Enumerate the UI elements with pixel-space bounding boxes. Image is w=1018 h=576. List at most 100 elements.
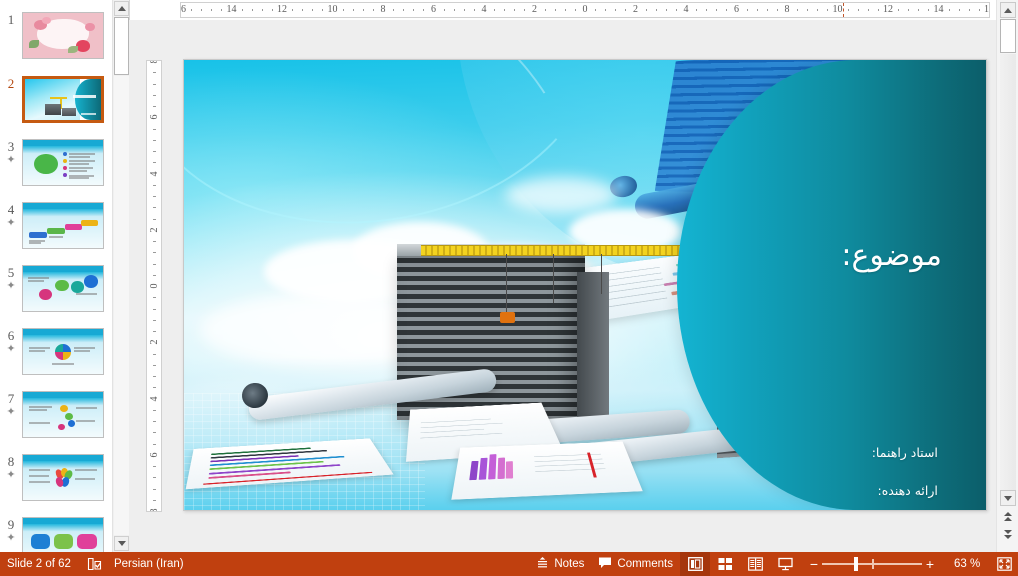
thumbnail-slide-3[interactable]: 3 ✦: [0, 139, 112, 201]
mini-header-band: [23, 392, 103, 398]
fit-slide-to-window-button[interactable]: [990, 552, 1018, 576]
ruler-minor-tick: [343, 9, 344, 11]
slides-thumbnail-pane[interactable]: 1 2: [0, 0, 112, 552]
mini-slide-background: [23, 518, 103, 552]
ruler-tick-label: 10: [328, 3, 338, 17]
slide-show-view-button[interactable]: [770, 552, 800, 576]
ruler-tick-label: 2: [532, 3, 537, 17]
vertical-ruler[interactable]: 864202468: [146, 60, 162, 512]
thumbnail-slide-8[interactable]: 8 ✦: [0, 454, 112, 516]
ruler-minor-tick: [524, 9, 525, 11]
language-button[interactable]: Persian (Iran): [108, 552, 191, 576]
ruler-minor-tick: [153, 72, 156, 73]
ruler-tick-label: 0: [150, 278, 160, 294]
ruler-tick-label: 12: [883, 3, 893, 17]
mini-header-band: [23, 518, 103, 524]
thumbnail-scroll-thumb[interactable]: [114, 17, 129, 75]
thumbnail-image[interactable]: [22, 391, 104, 438]
slide-scroll-track[interactable]: [1000, 54, 1016, 490]
previous-slide-button[interactable]: [1000, 509, 1016, 524]
thumbnail-slide-1[interactable]: 1: [0, 12, 112, 74]
slide-scroll-down-button[interactable]: [1000, 490, 1016, 506]
ruler-minor-tick: [918, 9, 919, 11]
slide-scroll-thumb[interactable]: [1000, 19, 1016, 53]
thumbnail-scroll-up-button[interactable]: [114, 1, 129, 16]
mini-building: [45, 104, 62, 115]
comments-button[interactable]: Comments: [591, 552, 680, 576]
ruler-minor-tick: [153, 162, 156, 163]
ruler-minor-tick: [191, 9, 192, 11]
mini-header-band: [23, 140, 103, 146]
thumbnail-pane-scrollbar[interactable]: [112, 0, 129, 552]
ruler-tick-label: 2: [633, 3, 638, 17]
ruler-minor-tick: [555, 9, 556, 11]
zoom-out-button[interactable]: −: [806, 557, 822, 571]
slide-title-placeholder[interactable]: موضوع:: [841, 238, 942, 273]
thumbnail-slide-2[interactable]: 2: [0, 76, 112, 138]
thumbnail-image[interactable]: [22, 265, 104, 312]
thumbnail-scroll-track[interactable]: [114, 76, 129, 535]
slide-canvas[interactable]: موضوع: استاد راهنما: ارائه دهنده:: [183, 59, 987, 511]
thumbnail-slide-7[interactable]: 7 ✦: [0, 391, 112, 453]
thumbnail-number: 7: [8, 392, 15, 406]
thumbnail-number: 5: [8, 266, 15, 280]
ruler-tick-label: 6: [734, 3, 739, 17]
slide-indicator[interactable]: Slide 2 of 62: [0, 552, 81, 576]
mini-pinwheel-graphic: [55, 344, 71, 359]
ruler-minor-tick: [767, 9, 768, 11]
ruler-minor-tick: [262, 9, 263, 11]
zoom-control[interactable]: − +: [800, 557, 944, 571]
thumbnail-slide-4[interactable]: 4 ✦: [0, 202, 112, 264]
thumbnail-image[interactable]: [22, 328, 104, 375]
thumbnail-slide-6[interactable]: 6 ✦: [0, 328, 112, 390]
mini-bullet-dot: [63, 166, 67, 170]
slide-sorter-view-button[interactable]: [710, 552, 740, 576]
ruler-tick-label: 6: [150, 109, 160, 125]
zoom-in-button[interactable]: +: [922, 557, 938, 571]
ruler-minor-tick: [504, 9, 505, 11]
ruler-minor-tick: [153, 95, 156, 96]
ruler-minor-tick: [211, 9, 212, 11]
mini-circle-graphic: [71, 281, 84, 292]
normal-view-button[interactable]: [680, 552, 710, 576]
slide-scroll-up-button[interactable]: [1000, 2, 1016, 18]
thumbnail-number-column: 6 ✦: [0, 328, 22, 355]
thumbnail-slide-9[interactable]: 9 ✦: [0, 517, 112, 552]
zoom-slider[interactable]: [822, 557, 922, 571]
mini-bullet-dot: [63, 152, 67, 156]
zoom-slider-handle[interactable]: [854, 557, 858, 571]
thumbnail-image[interactable]: [22, 12, 104, 59]
ruler-minor-tick: [153, 387, 156, 388]
arrow-up-icon: [118, 6, 126, 11]
slide-presenter-placeholder[interactable]: ارائه دهنده:: [878, 483, 938, 498]
mini-header-band: [23, 329, 103, 335]
comment-icon: [598, 556, 612, 572]
slide-show-icon: [778, 557, 793, 571]
ruler-minor-tick: [153, 196, 156, 197]
ruler-margin-marker[interactable]: [843, 3, 844, 17]
ruler-minor-tick: [153, 219, 156, 220]
thumbnail-image[interactable]: [22, 454, 104, 501]
thumbnail-slide-5[interactable]: 5 ✦: [0, 265, 112, 327]
thumbnail-image[interactable]: [22, 517, 104, 552]
slide-supervisor-placeholder[interactable]: استاد راهنما:: [872, 445, 938, 460]
thumbnail-image[interactable]: [22, 202, 104, 249]
notes-button[interactable]: Notes: [529, 552, 591, 576]
ruler-minor-tick: [403, 9, 404, 11]
next-slide-button[interactable]: [1000, 527, 1016, 542]
slide-editing-area[interactable]: موضوع: استاد راهنما: ارائه دهنده:: [129, 20, 996, 552]
thumbnail-scroll-down-button[interactable]: [114, 536, 129, 551]
ruler-minor-tick: [565, 9, 566, 11]
animation-star-icon: ✦: [6, 155, 15, 166]
ruler-minor-tick: [153, 252, 156, 253]
slide-sorter-icon: [718, 557, 733, 571]
reading-view-button[interactable]: [740, 552, 770, 576]
mini-circle-graphic: [68, 420, 75, 427]
thumbnail-image[interactable]: [22, 76, 104, 123]
ruler-minor-tick: [878, 9, 879, 11]
thumbnail-image[interactable]: [22, 139, 104, 186]
zoom-percent-button[interactable]: 63 %: [944, 552, 990, 576]
spell-check-button[interactable]: [81, 552, 108, 576]
slide-pane-scrollbar[interactable]: [996, 0, 1018, 552]
horizontal-ruler[interactable]: 1614121086420246810121416: [180, 2, 990, 18]
